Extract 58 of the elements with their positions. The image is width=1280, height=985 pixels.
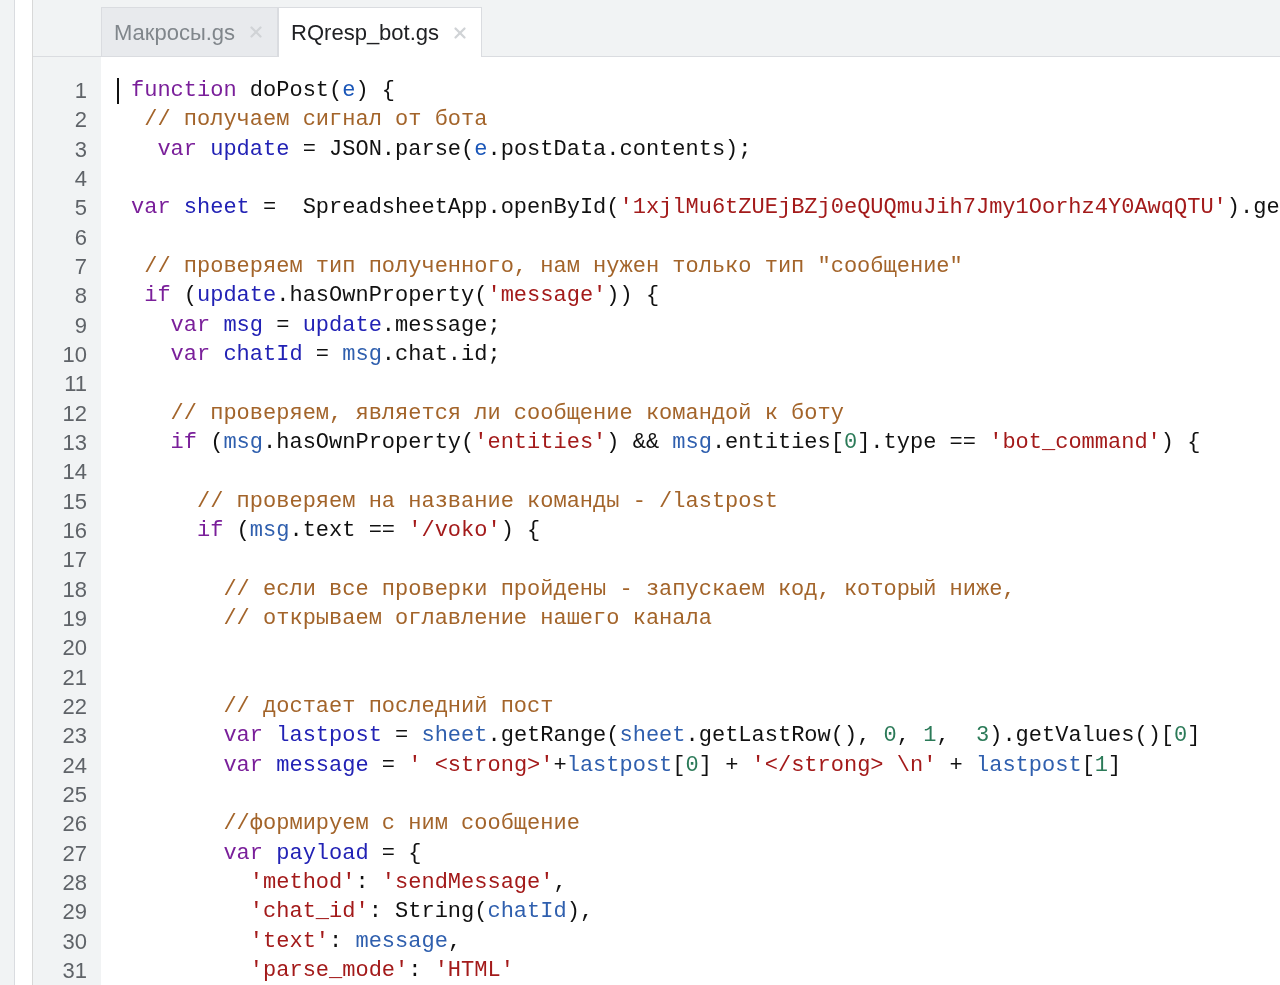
line-number: 26	[61, 810, 88, 839]
code-line: var msg = update.message;	[169, 312, 501, 338]
line-number: 14	[61, 458, 88, 487]
code-line: var update = JSON.parse(e.postData.contents);	[156, 136, 752, 162]
code-line: var payload = {	[222, 840, 422, 866]
code-line: if (msg.text == '/voko') {	[196, 517, 541, 543]
code-line: 'method': 'sendMessage',	[248, 869, 567, 895]
line-number: 16	[61, 516, 88, 545]
line-number: 31	[61, 956, 88, 985]
line-number: 6	[73, 223, 88, 252]
line-number: 19	[61, 604, 88, 633]
line-number: 2	[73, 106, 88, 135]
code-line: var message = ' <strong>'+lastpost[0] + '</strong> \n' + lastpost[1]	[222, 752, 1122, 778]
line-number: 3	[73, 135, 88, 164]
file-tab[interactable]: RQresp_bot.gs	[278, 7, 483, 57]
code-line: //формируем с ним сообщение	[222, 811, 580, 837]
code-line: 'chat_id': String(chatId),	[248, 899, 594, 925]
code-line: // получаем сигнал от бота	[143, 107, 488, 133]
line-number: 10	[61, 340, 88, 369]
line-number: 21	[61, 663, 88, 692]
code-line: if (update.hasOwnProperty('message')) {	[143, 283, 660, 309]
line-number: 12	[61, 399, 88, 428]
text-cursor	[117, 78, 119, 104]
line-number: 22	[61, 692, 88, 721]
line-number: 24	[61, 751, 88, 780]
code-line: var chatId = msg.chat.id;	[169, 341, 501, 367]
line-number: 15	[61, 487, 88, 516]
line-number: 27	[61, 839, 88, 868]
code-line: // достает последний пост	[222, 693, 554, 719]
code-line: // проверяем тип полученного, нам нужен только тип "сообщение"	[143, 253, 963, 279]
line-number: 18	[61, 575, 88, 604]
code-line: // проверяем, является ли сообщение командой к боту	[169, 400, 844, 426]
line-number: 20	[61, 634, 88, 663]
code-line: var lastpost = sheet.getRange(sheet.getLastRow(), 0, 1, 3).getValues()[0]	[222, 723, 1201, 749]
line-number: 4	[73, 165, 88, 193]
line-number: 13	[61, 428, 88, 457]
line-number: 11	[63, 370, 88, 399]
code-line: 'text': message,	[248, 928, 462, 954]
line-number: 1	[73, 77, 88, 105]
line-number: 29	[61, 898, 88, 927]
code-line: function doPost(e) {	[131, 78, 396, 103]
code-line: 'parse_mode': 'HTML'	[248, 957, 514, 983]
code-line: var sheet = SpreadsheetApp.openById('1xjlMu6tZUEjBZj0eQUQmuJih7Jmy1Oorhz4Y0AwqQTU').ge	[131, 195, 1280, 221]
line-number: 9	[73, 311, 88, 340]
line-number: 30	[61, 927, 88, 956]
line-number: 23	[61, 722, 88, 751]
tab-label: RQresp_bot.gs	[291, 19, 440, 47]
code-line: // открываем оглавление нашего канала	[222, 605, 712, 631]
tab-label: Макросы.gs	[114, 18, 236, 47]
code-line: // если все проверки пройдены - запускаем код, который ниже,	[222, 576, 1016, 602]
line-number: 17	[61, 546, 88, 575]
code-line: if (msg.hasOwnProperty('entities') && msg.entities[0].type == 'bot_command') {	[169, 429, 1201, 455]
code-line: // проверяем на название команды - /lastpost	[196, 488, 778, 514]
line-number: 7	[73, 252, 88, 281]
line-number: 25	[61, 780, 88, 809]
line-number: 28	[61, 868, 88, 897]
line-number: 8	[73, 282, 88, 311]
line-number: 5	[73, 194, 88, 223]
